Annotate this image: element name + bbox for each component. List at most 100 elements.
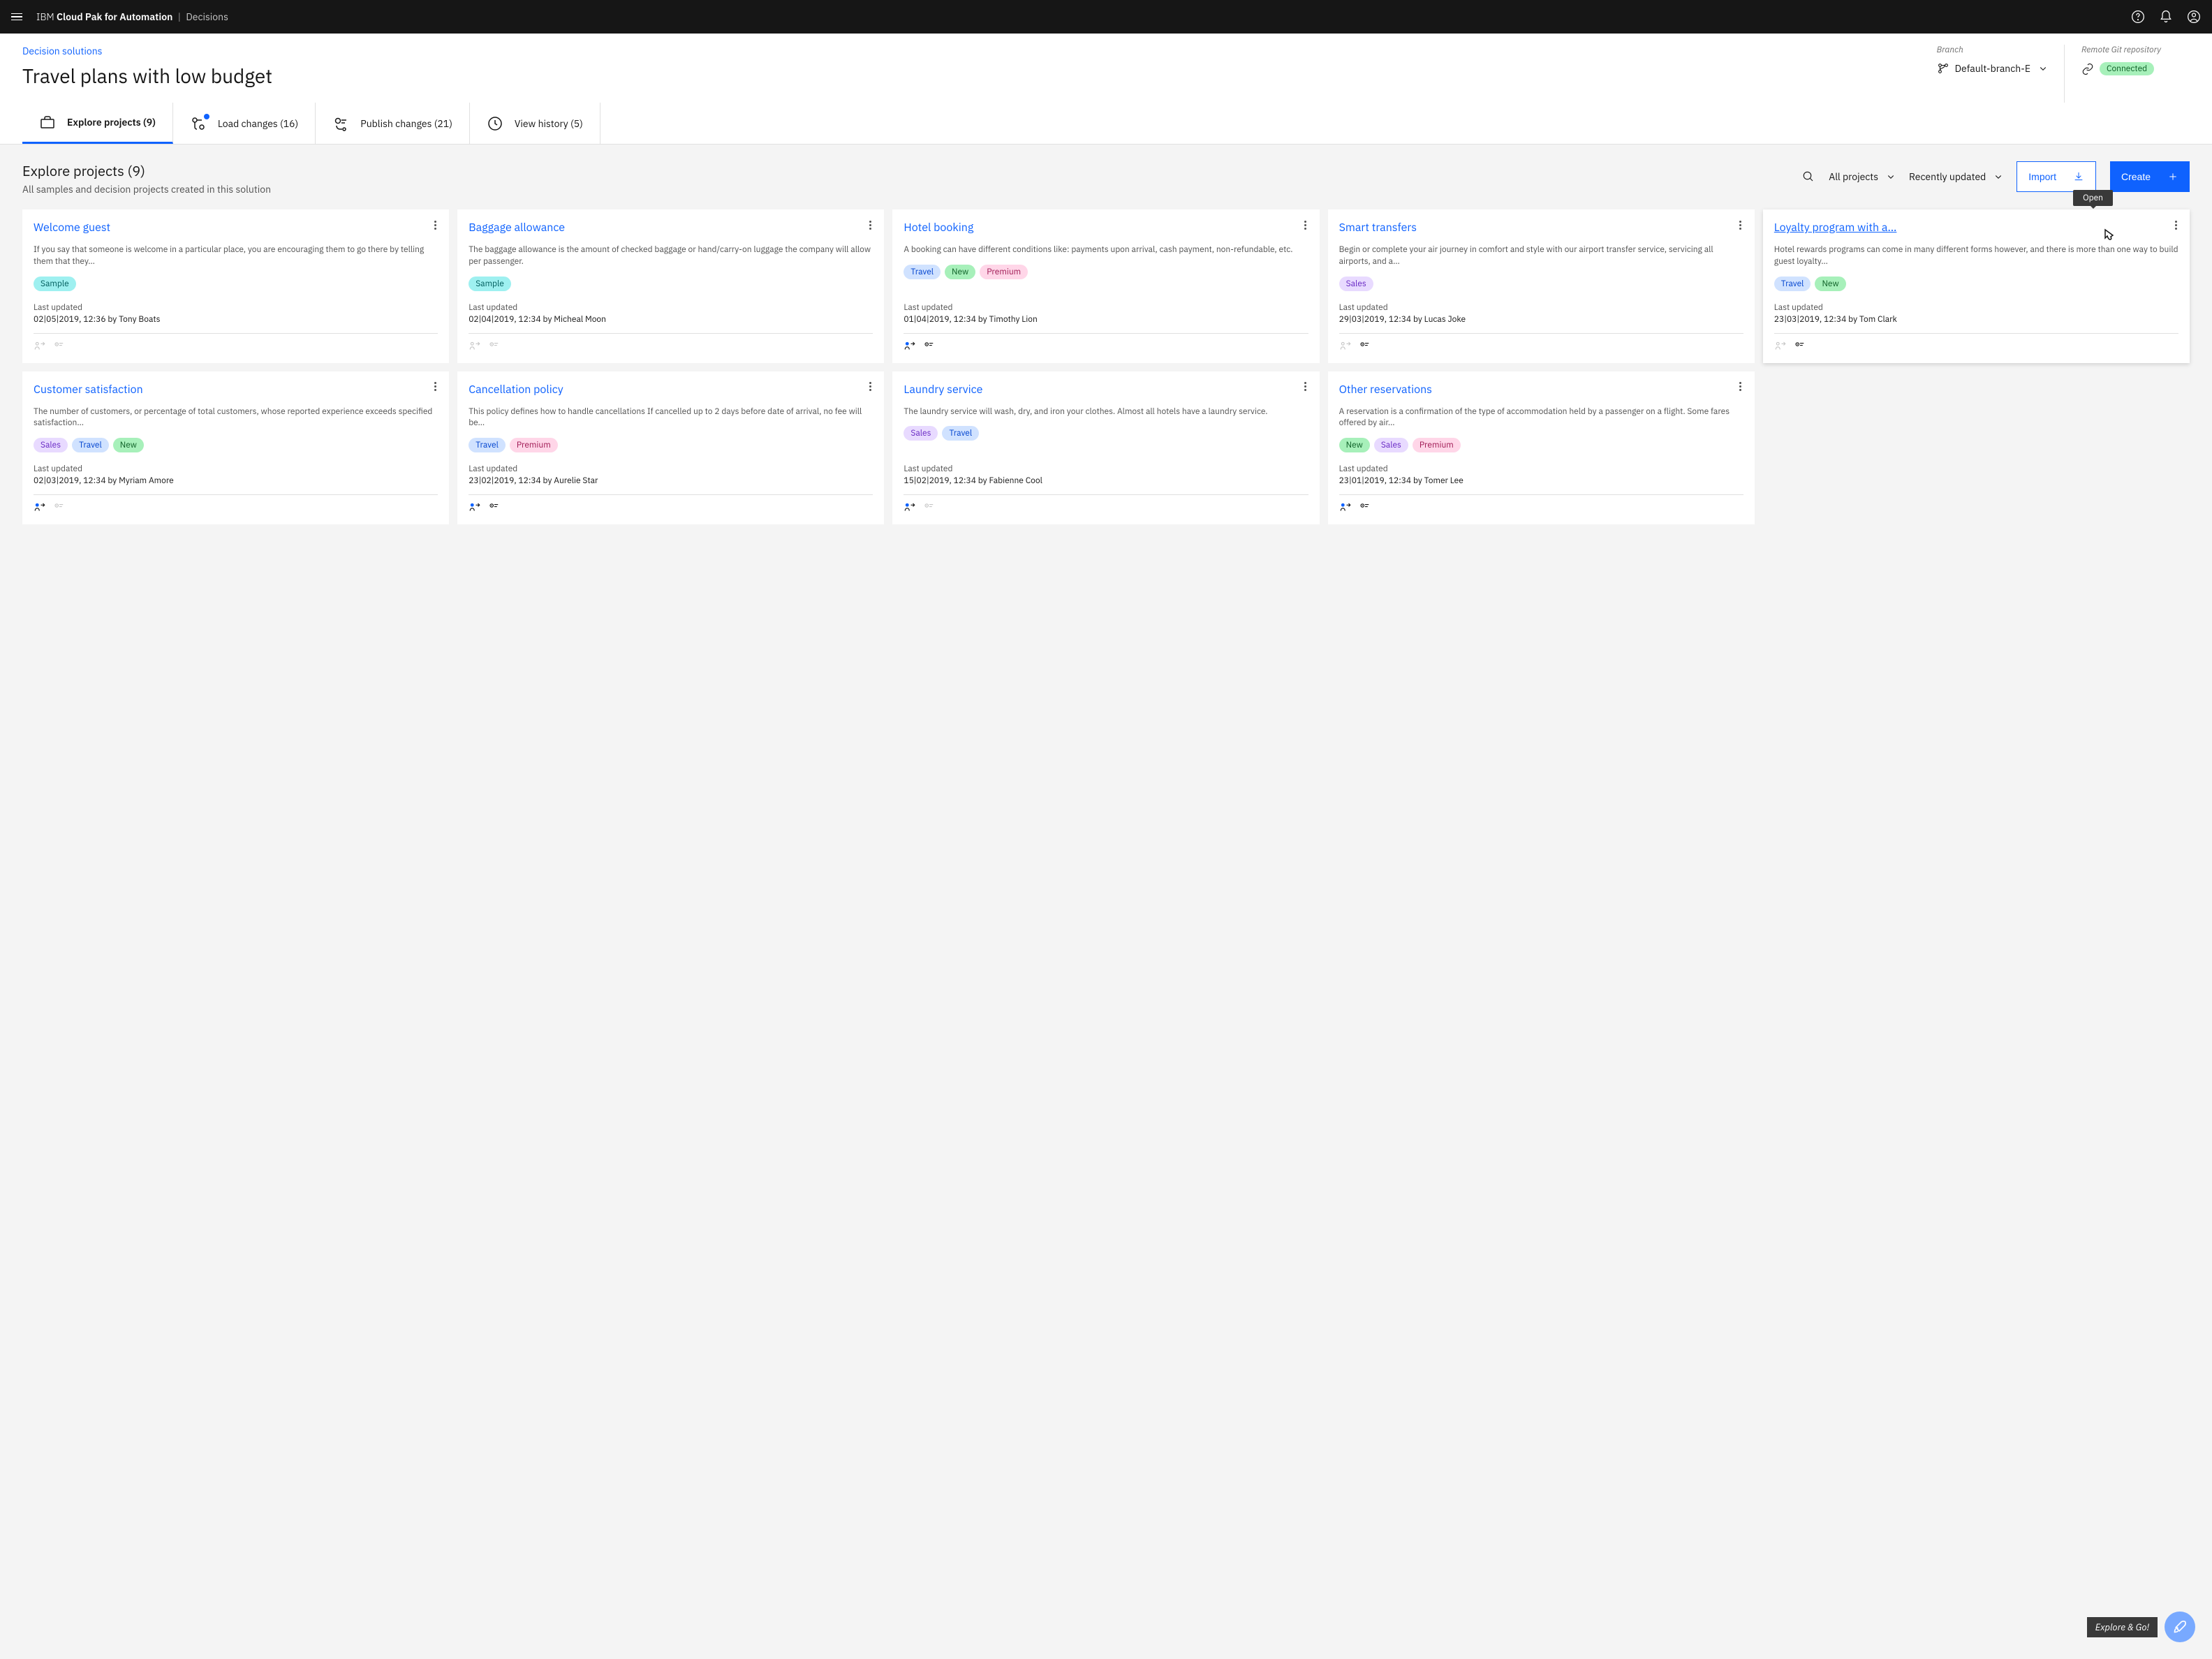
project-card[interactable]: Laundry service The laundry service will… bbox=[892, 371, 1319, 525]
card-description: A booking can have different conditions … bbox=[904, 244, 1308, 256]
tooltip-open: Open bbox=[2073, 190, 2113, 206]
card-overflow-menu[interactable] bbox=[864, 219, 876, 230]
card-updated: Last updated 23|01|2019, 12:34 by Tomer … bbox=[1339, 452, 1743, 486]
import-label: Import bbox=[2028, 171, 2056, 182]
project-card[interactable]: Customer satisfaction The number of cust… bbox=[22, 371, 449, 525]
card-overflow-menu[interactable] bbox=[2170, 219, 2181, 230]
project-card[interactable]: Cancellation policy This policy defines … bbox=[457, 371, 884, 525]
breadcrumb[interactable]: Decision solutions bbox=[22, 45, 272, 57]
menu-icon[interactable] bbox=[11, 10, 25, 24]
publish-indicator-icon bbox=[923, 502, 936, 513]
tab-publish[interactable]: Publish changes (21) bbox=[316, 103, 470, 144]
load-indicator-icon bbox=[469, 341, 481, 352]
tag: Travel bbox=[469, 438, 506, 452]
tab-history-label: View history (5) bbox=[515, 117, 583, 130]
tab-explore-label: Explore projects (9) bbox=[67, 116, 156, 128]
filter-sort[interactable]: Recently updated bbox=[1909, 170, 2003, 183]
create-label: Create bbox=[2121, 171, 2151, 182]
project-card[interactable]: Smart transfers Begin or complete your a… bbox=[1328, 209, 1755, 363]
fab-button[interactable] bbox=[2165, 1612, 2195, 1642]
card-updated: Last updated 01|04|2019, 12:34 by Timoth… bbox=[904, 291, 1308, 325]
card-footer bbox=[34, 494, 438, 513]
import-button[interactable]: Import bbox=[2016, 161, 2096, 192]
card-footer bbox=[1339, 494, 1743, 513]
card-title[interactable]: Laundry service bbox=[904, 383, 1308, 397]
tab-load[interactable]: Load changes (16) bbox=[173, 103, 316, 144]
project-card[interactable]: Other reservations A reservation is a co… bbox=[1328, 371, 1755, 525]
card-title[interactable]: Hotel booking bbox=[904, 221, 1308, 235]
card-tags: NewSalesPremium bbox=[1339, 438, 1743, 452]
card-title[interactable]: Welcome guest bbox=[34, 221, 438, 235]
card-tags: SalesTravel bbox=[904, 426, 1308, 441]
branch-value: Default-branch-E bbox=[1955, 62, 2030, 75]
publish-icon bbox=[332, 115, 349, 132]
project-card[interactable]: Hotel booking A booking can have differe… bbox=[892, 209, 1319, 363]
load-indicator-icon bbox=[34, 502, 46, 513]
card-title[interactable]: Cancellation policy bbox=[469, 383, 873, 397]
page-title: Travel plans with low budget bbox=[22, 63, 272, 89]
tab-explore[interactable]: Explore projects (9) bbox=[22, 103, 173, 144]
card-description: This policy defines how to handle cancel… bbox=[469, 406, 873, 430]
card-title[interactable]: Baggage allowance bbox=[469, 221, 873, 235]
card-updated: Last updated 02|03|2019, 12:34 by Myriam… bbox=[34, 452, 438, 486]
card-title[interactable]: Other reservations bbox=[1339, 383, 1743, 397]
help-icon[interactable] bbox=[2131, 10, 2145, 24]
filter-projects[interactable]: All projects bbox=[1829, 170, 1895, 183]
top-bar: IBM Cloud Pak for Automation | Decisions bbox=[0, 0, 2212, 34]
publish-indicator-icon bbox=[1359, 502, 1371, 513]
rocket-icon bbox=[2173, 1620, 2187, 1634]
card-description: The number of customers, or percentage o… bbox=[34, 406, 438, 430]
card-overflow-menu[interactable] bbox=[1300, 381, 1311, 392]
repo-label: Remote Git repository bbox=[2081, 45, 2173, 55]
card-overflow-menu[interactable] bbox=[1300, 219, 1311, 230]
card-tags: SalesTravelNew bbox=[34, 438, 438, 452]
publish-indicator-icon bbox=[1359, 341, 1371, 352]
project-card[interactable]: Baggage allowance The baggage allowance … bbox=[457, 209, 884, 363]
load-indicator-icon bbox=[904, 341, 916, 352]
filter-sort-label: Recently updated bbox=[1909, 170, 1986, 183]
tab-history[interactable]: View history (5) bbox=[470, 103, 600, 144]
card-description: A reservation is a confirmation of the t… bbox=[1339, 406, 1743, 430]
tag: Sales bbox=[1339, 276, 1373, 291]
tag: Sales bbox=[34, 438, 68, 452]
card-footer bbox=[904, 494, 1308, 513]
publish-indicator-icon bbox=[488, 341, 501, 352]
project-card[interactable]: Welcome guest If you say that someone is… bbox=[22, 209, 449, 363]
plus-icon bbox=[2167, 171, 2178, 182]
card-title[interactable]: Customer satisfaction bbox=[34, 383, 438, 397]
brand-main: Cloud Pak for Automation bbox=[57, 10, 172, 23]
create-button[interactable]: Create bbox=[2110, 161, 2190, 192]
dot-indicator bbox=[204, 114, 209, 119]
tab-load-label: Load changes (16) bbox=[218, 117, 298, 130]
tag: New bbox=[945, 265, 975, 279]
project-card[interactable]: Open Loyalty program with a… Hotel rewar… bbox=[1763, 209, 2190, 363]
card-title[interactable]: Loyalty program with a… bbox=[1774, 221, 2178, 235]
card-updated: Last updated 23|02|2019, 12:34 by Aureli… bbox=[469, 452, 873, 486]
card-tags: TravelPremium bbox=[469, 438, 873, 452]
chevron-down-icon bbox=[1887, 172, 1895, 181]
search-icon[interactable] bbox=[1802, 170, 1815, 183]
card-updated: Last updated 23|03|2019, 12:34 by Tom Cl… bbox=[1774, 291, 2178, 325]
card-overflow-menu[interactable] bbox=[429, 219, 441, 230]
card-overflow-menu[interactable] bbox=[1735, 219, 1746, 230]
card-overflow-menu[interactable] bbox=[1735, 381, 1746, 392]
cursor-icon bbox=[2099, 228, 2116, 244]
card-description: If you say that someone is welcome in a … bbox=[34, 244, 438, 268]
card-footer bbox=[34, 333, 438, 352]
notification-icon[interactable] bbox=[2159, 10, 2173, 24]
status-badge: Connected bbox=[2100, 62, 2154, 75]
fab-label: Explore & Go! bbox=[2087, 1617, 2158, 1637]
publish-indicator-icon bbox=[488, 502, 501, 513]
tab-publish-label: Publish changes (21) bbox=[360, 117, 452, 130]
content: Explore projects (9) All samples and dec… bbox=[0, 145, 2212, 541]
card-overflow-menu[interactable] bbox=[429, 381, 441, 392]
user-icon[interactable] bbox=[2187, 10, 2201, 24]
card-footer bbox=[904, 333, 1308, 352]
branch-selector[interactable]: Branch Default-branch-E bbox=[1920, 45, 2064, 103]
card-overflow-menu[interactable] bbox=[864, 381, 876, 392]
chevron-down-icon bbox=[1994, 172, 2003, 181]
card-title[interactable]: Smart transfers bbox=[1339, 221, 1743, 235]
publish-indicator-icon bbox=[53, 502, 66, 513]
tag: Sales bbox=[1374, 438, 1408, 452]
branch-icon bbox=[1937, 62, 1949, 75]
